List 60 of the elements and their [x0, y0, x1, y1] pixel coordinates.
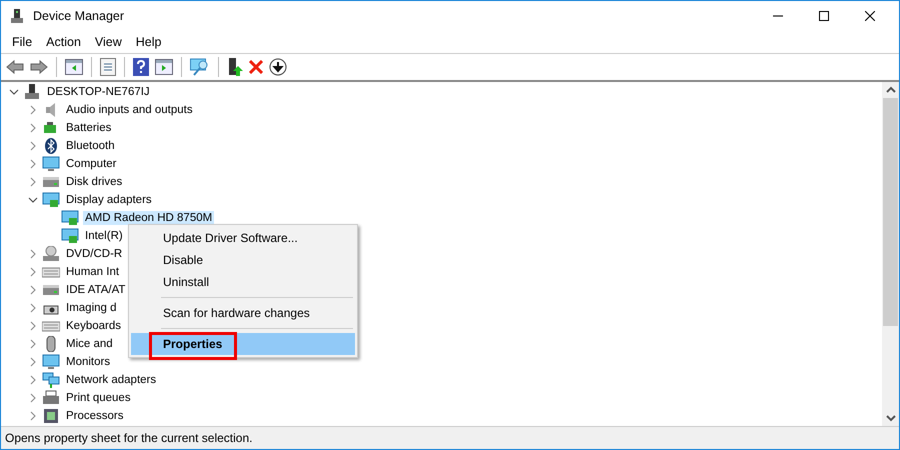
tree-item[interactable]: Keyboards	[64, 319, 123, 333]
menu-item[interactable]: Uninstall	[131, 271, 355, 293]
scan-monitor-icon[interactable]	[190, 58, 210, 76]
tree-item[interactable]: Bluetooth	[64, 139, 117, 153]
monitor-icon	[42, 354, 60, 370]
tree-item[interactable]: Intel(R)	[83, 229, 125, 243]
menu-item[interactable]: View	[88, 33, 129, 51]
menu-item[interactable]: Disable	[131, 249, 355, 271]
uninstall-icon[interactable]	[249, 60, 263, 74]
back-icon[interactable]	[6, 60, 24, 74]
menu-item[interactable]: Scan for hardware changes	[131, 302, 355, 324]
menu-item[interactable]: Properties	[131, 333, 355, 355]
maximize-icon[interactable]	[819, 11, 829, 21]
bluetooth-icon	[42, 138, 60, 154]
tree-item[interactable]: Human Int	[64, 265, 122, 279]
status-bar: Opens property sheet for the current selection.	[1, 426, 899, 449]
help-icon[interactable]	[133, 58, 149, 76]
close-icon[interactable]	[865, 11, 875, 21]
tree-item[interactable]: Batteries	[64, 121, 114, 135]
console-tree-icon[interactable]	[65, 59, 83, 75]
tree-item[interactable]: Disk drives	[64, 175, 124, 189]
window-title: Device Manager	[33, 9, 124, 23]
display-card-icon	[42, 192, 60, 208]
tree-item[interactable]: Network adapters	[64, 373, 158, 387]
menu-item[interactable]: File	[5, 33, 40, 51]
tree-item[interactable]: Mice and	[64, 337, 115, 351]
update-driver-icon[interactable]	[227, 58, 243, 76]
drive-icon	[42, 174, 60, 190]
network-icon	[42, 372, 60, 388]
scrollbar[interactable]	[882, 82, 899, 426]
scrollbar-thumb[interactable]	[883, 98, 898, 326]
scroll-up-icon[interactable]	[886, 86, 896, 94]
display-card-icon	[61, 228, 79, 244]
disable-icon[interactable]	[269, 58, 287, 76]
forward-icon[interactable]	[30, 60, 48, 74]
tree-item[interactable]: Processors	[64, 409, 126, 423]
properties-icon[interactable]	[100, 58, 116, 76]
scroll-down-icon[interactable]	[886, 414, 896, 422]
tree-item[interactable]: Computer	[64, 157, 118, 171]
menu-item[interactable]: Help	[128, 33, 168, 51]
tree-item[interactable]: DVD/CD-R	[64, 247, 124, 261]
monitor-icon	[42, 156, 60, 172]
device-manager-icon	[9, 8, 25, 24]
drive-icon	[42, 282, 60, 298]
menu-item[interactable]: Action	[39, 33, 88, 51]
disc-drive-icon	[42, 246, 60, 262]
display-card-icon	[61, 210, 79, 226]
tree-item[interactable]: Monitors	[64, 355, 112, 369]
menu-item[interactable]: Update Driver Software...	[131, 227, 355, 249]
tree-item[interactable]: Audio inputs and outputs	[64, 103, 195, 117]
printer-icon	[42, 390, 60, 406]
tree-item[interactable]: Imaging d	[64, 301, 119, 315]
tree-item[interactable]: IDE ATA/AT	[64, 283, 128, 297]
action-pane-icon[interactable]	[155, 59, 173, 75]
chip-icon	[42, 408, 60, 424]
computer-icon	[23, 84, 41, 100]
tree-item[interactable]: Display adapters	[64, 193, 154, 207]
tree-item[interactable]: AMD Radeon HD 8750M	[83, 211, 214, 225]
tree-item[interactable]: DESKTOP-NE767IJ	[45, 85, 152, 99]
tree-item[interactable]: Print queues	[64, 391, 133, 405]
